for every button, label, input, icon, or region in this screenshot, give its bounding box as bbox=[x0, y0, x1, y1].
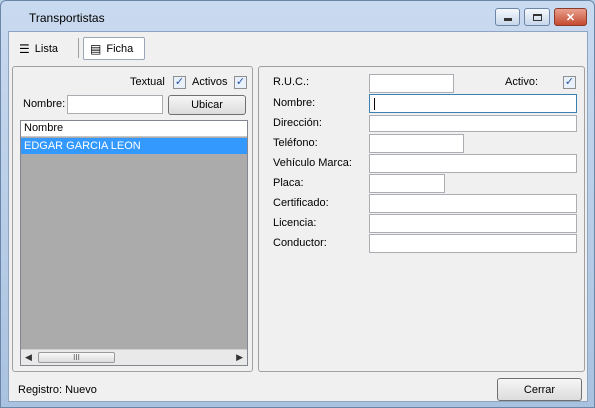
placa-input[interactable] bbox=[369, 174, 445, 193]
form-panel: R.U.C.: Activo: ✓ Nombre: Dirección: Tel… bbox=[258, 66, 585, 372]
licencia-label: Licencia: bbox=[273, 217, 317, 229]
nombre-label: Nombre: bbox=[273, 97, 316, 109]
textual-checkbox[interactable]: ✓ bbox=[173, 76, 186, 89]
grid-header-nombre[interactable]: Nombre bbox=[21, 121, 247, 137]
telefono-input[interactable] bbox=[369, 134, 464, 153]
main-window: Transportistas ✕ ☰ Lista ▤ Ficha Textual… bbox=[0, 0, 595, 408]
cerrar-button[interactable]: Cerrar bbox=[497, 378, 582, 401]
activo-checkbox[interactable]: ✓ bbox=[563, 76, 576, 89]
results-grid[interactable]: Nombre EDGAR GARCIA LEON ◀ III ▶ bbox=[20, 120, 248, 366]
tab-lista-label: Lista bbox=[34, 42, 59, 55]
direccion-label: Dirección: bbox=[273, 117, 322, 129]
conductor-input[interactable] bbox=[369, 234, 577, 253]
conductor-label: Conductor: bbox=[273, 237, 327, 249]
tab-ficha[interactable]: ▤ Ficha bbox=[83, 37, 145, 60]
horizontal-scrollbar[interactable]: ◀ III ▶ bbox=[21, 349, 247, 365]
vehiculo-marca-label: Vehículo Marca: bbox=[273, 157, 352, 169]
title-bar[interactable]: Transportistas ✕ bbox=[1, 1, 594, 31]
licencia-input[interactable] bbox=[369, 214, 577, 233]
maximize-icon bbox=[532, 13, 542, 21]
window-title: Transportistas bbox=[29, 11, 105, 25]
placa-label: Placa: bbox=[273, 177, 304, 189]
close-icon: ✕ bbox=[565, 11, 576, 24]
close-button[interactable]: ✕ bbox=[554, 8, 587, 26]
ruc-label: R.U.C.: bbox=[273, 76, 310, 88]
certificado-label: Certificado: bbox=[273, 197, 329, 209]
scroll-left-icon[interactable]: ◀ bbox=[25, 352, 32, 363]
client-area: ☰ Lista ▤ Ficha Textual ✓ Activos ✓ Nomb… bbox=[8, 31, 588, 402]
activo-label: Activo: bbox=[505, 76, 539, 88]
scroll-right-icon[interactable]: ▶ bbox=[236, 352, 243, 363]
list-icon: ☰ bbox=[19, 41, 30, 56]
maximize-button[interactable] bbox=[524, 8, 550, 26]
ubicar-button[interactable]: Ubicar bbox=[168, 95, 246, 115]
minimize-icon bbox=[503, 18, 512, 21]
form-icon: ▤ bbox=[90, 41, 102, 56]
minimize-button[interactable] bbox=[495, 8, 520, 26]
direccion-input[interactable] bbox=[369, 115, 577, 132]
tab-lista[interactable]: ☰ Lista bbox=[13, 37, 64, 60]
tab-ficha-label: Ficha bbox=[106, 42, 134, 55]
certificado-input[interactable] bbox=[369, 194, 577, 213]
telefono-label: Teléfono: bbox=[273, 137, 318, 149]
activos-label: Activos bbox=[192, 76, 228, 88]
tab-divider bbox=[78, 38, 79, 58]
scrollbar-thumb[interactable]: III bbox=[38, 352, 115, 363]
text-caret bbox=[374, 98, 375, 110]
nombre-input[interactable] bbox=[369, 94, 577, 113]
textual-label: Textual bbox=[130, 76, 165, 88]
ruc-input[interactable] bbox=[369, 74, 454, 93]
status-text: Registro: Nuevo bbox=[18, 384, 97, 396]
vehiculo-marca-input[interactable] bbox=[369, 154, 577, 173]
activos-checkbox[interactable]: ✓ bbox=[234, 76, 247, 89]
table-row[interactable]: EDGAR GARCIA LEON bbox=[21, 138, 247, 154]
nombre-search-input[interactable] bbox=[67, 95, 163, 114]
nombre-search-label: Nombre: bbox=[23, 98, 66, 110]
